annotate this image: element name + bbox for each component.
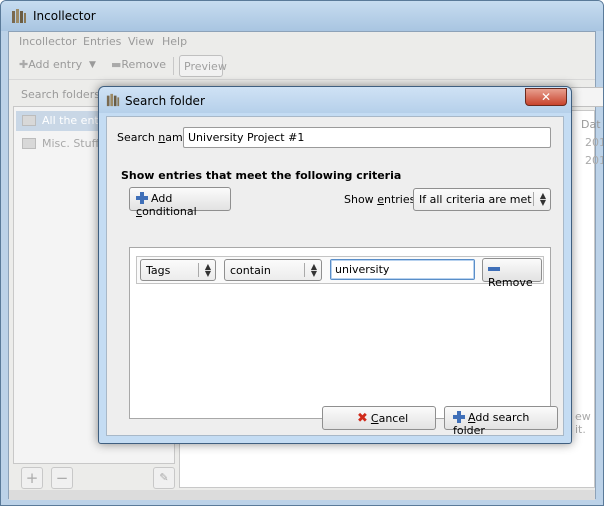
left-panel-footer: + − ✎ <box>13 464 175 492</box>
select-arrows-icon: ▲ ▼ <box>539 191 546 207</box>
column-header-date[interactable]: Dat <box>581 118 601 131</box>
criterion-operator-select[interactable]: contain ▲ ▼ <box>224 259 322 281</box>
criteria-heading: Show entries that meet the following cri… <box>121 169 402 182</box>
cancel-button[interactable]: ✖ Cancel <box>322 406 436 430</box>
criterion-field-select[interactable]: Tags ▲ ▼ <box>140 259 216 281</box>
search-name-label: Search name <box>117 131 190 144</box>
edit-folder-button[interactable]: ✎ <box>153 467 175 489</box>
table-cell[interactable]: 201 <box>585 154 603 167</box>
cancel-x-icon: ✖ <box>357 411 368 426</box>
dialog-title-bar: Search folder ✕ <box>99 87 571 113</box>
plus-icon <box>136 192 148 204</box>
close-button[interactable]: ✕ <box>525 88 567 106</box>
status-bar <box>9 490 595 500</box>
criteria-list: Tags ▲ ▼ contain ▲ ▼ university Remove <box>129 247 551 419</box>
close-icon: ✕ <box>540 90 552 104</box>
plus-icon: ✚ <box>19 58 29 71</box>
show-entries-select[interactable]: If all criteria are met ▲ ▼ <box>413 188 551 211</box>
app-logo-icon <box>12 9 26 23</box>
dialog-body: Search name University Project #1 Show e… <box>106 116 564 436</box>
dialog-title: Search folder <box>125 94 205 108</box>
title-bar: Incollector <box>1 1 603 31</box>
minus-icon: ▬ <box>111 58 122 71</box>
toolbar: ✚Add entry ▼ ▬Remove Preview <box>9 52 595 80</box>
plus-icon <box>453 411 465 423</box>
minus-icon <box>488 267 500 271</box>
folder-icon <box>22 138 36 149</box>
remove-entry-button[interactable]: ▬Remove <box>111 58 166 71</box>
table-cell[interactable]: 201 <box>585 136 603 149</box>
entries-filter-combo[interactable] <box>569 87 603 107</box>
menu-entries[interactable]: Entries <box>83 35 121 48</box>
add-conditional-button[interactable]: Add conditional <box>129 187 231 218</box>
search-name-input[interactable]: University Project #1 <box>183 127 551 148</box>
preview-button[interactable]: Preview <box>179 55 227 77</box>
menu-incollector[interactable]: Incollector <box>19 35 77 48</box>
folder-icon <box>22 115 36 126</box>
toolbar-separator <box>173 57 174 75</box>
criterion-row: Tags ▲ ▼ contain ▲ ▼ university Remove <box>136 256 544 289</box>
remove-folder-small-button[interactable]: − <box>51 467 73 489</box>
menu-help[interactable]: Help <box>162 35 187 48</box>
search-folders-label: Search folders <box>21 88 100 101</box>
criterion-value-input[interactable]: university <box>330 259 475 280</box>
entry-preview-hint: ew it. <box>575 410 591 436</box>
show-entries-label: Show entries: <box>344 193 420 206</box>
menubar: Incollector Entries View Help <box>9 32 595 52</box>
search-folder-dialog: Search folder ✕ Search name University P… <box>98 86 572 444</box>
app-logo-icon <box>106 93 120 107</box>
select-arrows-icon: ▲ ▼ <box>204 262 211 278</box>
menu-view[interactable]: View <box>128 35 154 48</box>
select-arrows-icon: ▲ ▼ <box>310 262 317 278</box>
add-search-folder-button[interactable]: Add search folder <box>444 406 558 437</box>
add-entry-button[interactable]: ✚Add entry <box>19 58 82 71</box>
remove-criterion-button[interactable]: Remove <box>482 258 542 289</box>
add-folder-small-button[interactable]: + <box>21 467 43 489</box>
chevron-down-icon[interactable]: ▼ <box>89 60 96 70</box>
window-title: Incollector <box>33 9 96 23</box>
